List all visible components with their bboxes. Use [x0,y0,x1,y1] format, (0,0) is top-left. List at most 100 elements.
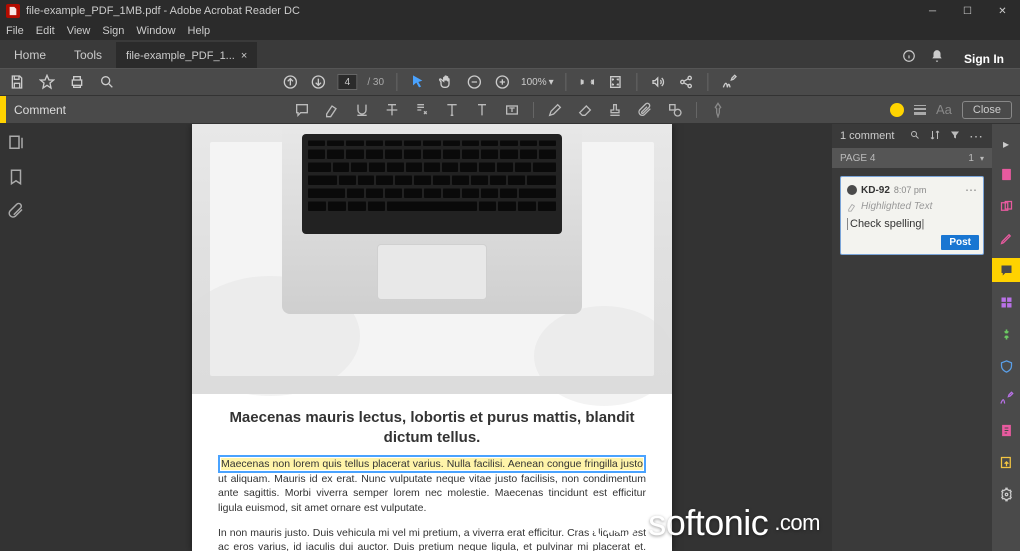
comments-count: 1 comment [840,130,901,142]
strikethrough-icon[interactable] [383,101,401,119]
bell-icon[interactable] [930,49,944,68]
zoom-out-icon[interactable] [465,73,483,91]
fit-width-icon[interactable] [579,73,597,91]
protect-icon[interactable] [992,354,1020,378]
zoom-in-icon[interactable] [493,73,511,91]
menu-file[interactable]: File [6,25,24,37]
stamp-icon[interactable] [606,101,624,119]
app-icon [6,4,20,18]
more-tools-icon[interactable] [992,482,1020,506]
underline-icon[interactable] [353,101,371,119]
avatar-icon [847,185,857,195]
highlight-type-icon [847,202,857,212]
hand-tool-icon[interactable] [437,73,455,91]
document-viewport[interactable]: Maecenas mauris lectus, lobortis et puru… [32,124,832,551]
comments-search-icon[interactable] [909,129,921,144]
close-comment-button[interactable]: Close [962,101,1012,119]
highlight-icon[interactable] [323,101,341,119]
maximize-button[interactable]: ☐ [950,0,985,22]
page-number-input[interactable]: 4 [337,74,357,90]
tab-home[interactable]: Home [0,42,60,68]
chevron-down-icon[interactable]: ▾ [980,154,984,163]
pin-icon[interactable] [709,101,727,119]
tab-close-icon[interactable]: × [241,50,247,62]
comments-options-icon[interactable]: ⋯ [969,128,984,145]
replace-text-icon[interactable] [413,101,431,119]
combine-icon[interactable] [992,194,1020,218]
info-icon[interactable] [902,49,916,68]
menu-sign[interactable]: Sign [102,25,124,37]
left-nav-bar [0,124,32,551]
save-icon[interactable] [8,73,26,91]
shapes-icon[interactable] [666,101,684,119]
convert-icon[interactable] [992,450,1020,474]
comments-sort-icon[interactable] [929,129,941,144]
highlighted-text[interactable]: Maecenas non lorem quis tellus placerat … [221,458,643,470]
bookmarks-icon[interactable] [7,168,25,186]
tab-document[interactable]: file-example_PDF_1... × [116,42,257,68]
tabbar: Home Tools file-example_PDF_1... × Sign … [0,40,1020,68]
window-title: file-example_PDF_1MB.pdf - Adobe Acrobat… [26,5,915,17]
page-image [192,124,672,394]
tab-tools[interactable]: Tools [60,42,116,68]
menu-edit[interactable]: Edit [36,25,55,37]
search-icon[interactable] [98,73,116,91]
toolbar-divider-3 [637,73,638,91]
fill-sign-icon[interactable] [992,386,1020,410]
create-pdf-icon[interactable] [992,162,1020,186]
fit-page-icon[interactable] [607,73,625,91]
post-button[interactable]: Post [941,235,979,250]
comment-label: Comment [6,103,66,117]
edit-pdf-icon[interactable] [992,226,1020,250]
comment-text-input[interactable]: Check spelling [847,218,977,230]
sign-in-button[interactable]: Sign In [958,52,1010,66]
toolbar-divider-2 [566,73,567,91]
page-up-icon[interactable] [281,73,299,91]
line-weight-icon[interactable] [914,105,926,115]
pdf-page: Maecenas mauris lectus, lobortis et puru… [192,124,672,551]
selection-tool-icon[interactable] [409,73,427,91]
collapse-rightbar-icon[interactable]: ▸ [992,134,1020,154]
minimize-button[interactable]: ─ [915,0,950,22]
star-icon[interactable] [38,73,56,91]
attachments-icon[interactable] [7,202,25,220]
pencil-icon[interactable] [546,101,564,119]
print-icon[interactable] [68,73,86,91]
sticky-note-icon[interactable] [293,101,311,119]
sign-icon[interactable] [721,73,739,91]
menu-view[interactable]: View [67,25,91,37]
comment-author: KD-92 [861,185,890,196]
thumbnails-icon[interactable] [7,134,25,152]
workspace: Maecenas mauris lectus, lobortis et puru… [0,124,1020,551]
comment-divider-2 [696,102,697,118]
color-swatch[interactable] [890,103,904,117]
menu-help[interactable]: Help [188,25,211,37]
text-box-icon[interactable] [503,101,521,119]
insert-text-icon[interactable] [443,101,461,119]
main-toolbar: 4 / 30 100% ▾ [0,68,1020,96]
page-total: / 30 [367,77,384,88]
zoom-level[interactable]: 100% ▾ [521,77,554,88]
export-icon[interactable] [992,418,1020,442]
right-tools-bar: ▸ [992,124,1020,551]
organize-icon[interactable] [992,290,1020,314]
tab-document-label: file-example_PDF_1... [126,50,235,62]
comment-tool-icon[interactable] [992,258,1020,282]
paragraph-1: Maecenas non lorem quis tellus placerat … [218,457,646,516]
attach-icon[interactable] [636,101,654,119]
comment-options-icon[interactable]: ⋯ [965,183,977,197]
comments-page-label[interactable]: PAGE 4 [840,153,968,164]
menu-window[interactable]: Window [136,25,175,37]
comment-card[interactable]: KD-92 8:07 pm ⋯ Highlighted Text Check s… [840,176,984,255]
read-aloud-icon[interactable] [650,73,668,91]
compress-icon[interactable] [992,322,1020,346]
comments-page-count: 1 [968,153,974,164]
share-icon[interactable] [678,73,696,91]
text-format-icon[interactable]: Aa [936,102,952,117]
close-window-button[interactable]: ✕ [985,0,1020,22]
comments-filter-icon[interactable] [949,129,961,144]
toolbar-divider-4 [708,73,709,91]
text-comment-icon[interactable] [473,101,491,119]
page-down-icon[interactable] [309,73,327,91]
eraser-icon[interactable] [576,101,594,119]
